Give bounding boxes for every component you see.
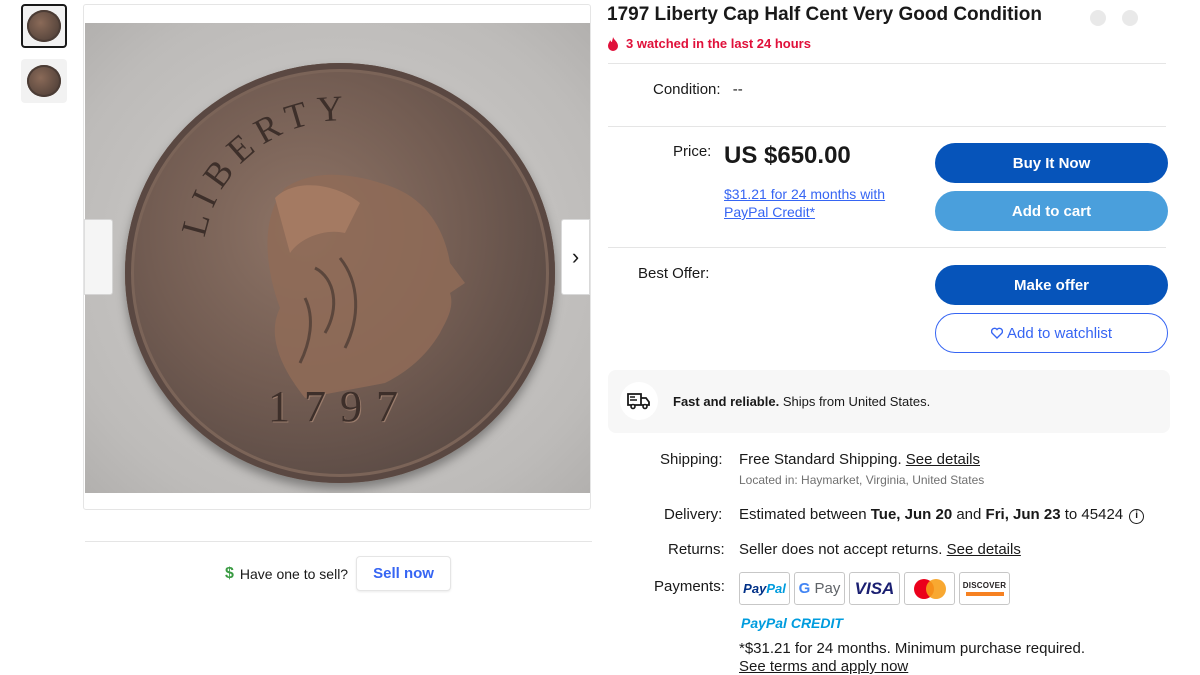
shipping-value: Free Standard Shipping. See details [739,451,980,468]
delivery-value: Estimated between Tue, Jun 20 and Fri, J… [739,506,1145,524]
sell-prompt-text: Have one to sell? [239,565,349,582]
mastercard-badge [904,572,955,605]
divider [85,541,592,542]
sell-prompt-row: $ Have one to sell? Sell now [225,556,451,591]
condition-label: Condition: [653,81,721,98]
divider [608,63,1166,64]
thumbnail-1[interactable] [21,4,67,48]
add-to-watchlist-label: Add to watchlist [1006,324,1113,342]
delivery-label: Delivery: [664,506,723,523]
discover-badge: DISCOVER [959,572,1010,605]
share-icon[interactable] [1090,10,1106,26]
buy-it-now-button[interactable]: Buy It Now [935,143,1168,183]
condition-value: -- [732,81,743,98]
liberty-bust [267,174,465,398]
returns-see-details-link[interactable]: See details [947,541,1021,558]
next-image-button[interactable]: › [561,219,590,295]
divider [608,126,1166,127]
mastercard-icon [913,578,946,599]
make-offer-button[interactable]: Make offer [935,265,1168,305]
shipping-banner: Fast and reliable. Ships from United Sta… [608,370,1170,433]
coin-thumbnail-image [27,10,61,42]
dollar-icon: $ [225,564,234,582]
price-label: Price: [673,143,712,160]
coin-photo: LIBERTY 1797 [85,23,590,493]
add-to-watchlist-button[interactable]: Add to watchlist [935,313,1168,353]
paypal-badge: PayPal [739,572,790,605]
item-location: Located in: Haymarket, Virginia, United … [739,473,985,487]
payments-label: Payments: [654,578,725,595]
watch-count-text: 3 watched in the last 24 hours [626,36,811,51]
condition-row: Condition: -- [653,81,743,98]
main-image-viewer[interactable]: LIBERTY 1797 [83,4,591,510]
payment-methods: PayPal G Pay VISA DISCOVER [739,572,1010,605]
fire-icon [608,36,618,51]
sell-now-button[interactable]: Sell now [356,556,451,591]
heart-icon [990,327,1003,339]
coin-year: 1797 [268,382,412,431]
returns-value: Seller does not accept returns. See deta… [739,541,1021,558]
paypal-credit-offer-link[interactable]: $31.21 for 24 months with PayPal Credit* [724,185,914,221]
truck-icon [620,382,658,420]
credit-terms-text: *$31.21 for 24 months. Minimum purchase … [739,640,1086,657]
thumbnail-2[interactable] [21,59,67,103]
thumbnail-strip [21,4,67,114]
returns-label: Returns: [668,541,725,558]
shipping-see-details-link[interactable]: See details [906,451,980,468]
coin-thumbnail-image [27,65,61,97]
listing-title: 1797 Liberty Cap Half Cent Very Good Con… [607,4,1042,25]
info-icon[interactable]: i [1129,509,1145,524]
paypal-credit-logo: PayPal CREDIT [741,615,843,631]
coin-image: LIBERTY 1797 [125,63,555,483]
terms-apply-link[interactable]: See terms and apply now [739,658,908,675]
more-icon[interactable] [1122,10,1138,26]
divider [608,247,1166,248]
visa-badge: VISA [849,572,900,605]
previous-image-button[interactable] [84,219,113,295]
watch-count-row: 3 watched in the last 24 hours [607,36,811,51]
google-pay-badge: G Pay [794,572,845,605]
best-offer-label: Best Offer: [638,265,710,282]
top-icons [1090,10,1138,26]
price-value: US $650.00 [724,142,851,169]
shipping-label: Shipping: [660,451,723,468]
add-to-cart-button[interactable]: Add to cart [935,191,1168,231]
shipping-banner-text: Fast and reliable. Ships from United Sta… [673,394,931,409]
chevron-right-icon: › [571,244,580,269]
